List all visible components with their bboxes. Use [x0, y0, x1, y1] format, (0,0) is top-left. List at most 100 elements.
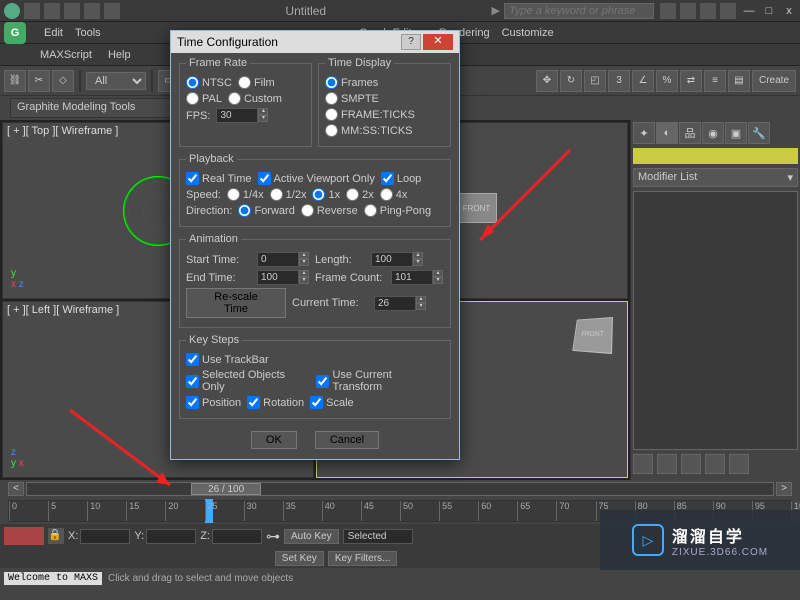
show-result-icon[interactable] — [657, 454, 677, 474]
percent-snap-icon[interactable]: % — [656, 70, 678, 92]
object-name-field[interactable] — [633, 148, 798, 164]
setkey-button[interactable]: Set Key — [275, 551, 324, 566]
close-button[interactable]: x — [782, 4, 796, 18]
mirror-icon[interactable]: ⇄ — [680, 70, 702, 92]
rescale-time-button[interactable]: Re-scale Time — [186, 288, 286, 318]
app-icon — [4, 3, 20, 19]
configure-sets-icon[interactable] — [729, 454, 749, 474]
time-slider-next[interactable]: > — [776, 482, 792, 496]
current-time-spinner[interactable]: ▴▾ — [374, 296, 426, 311]
loop-check[interactable]: Loop — [381, 172, 421, 185]
minimize-button[interactable]: — — [742, 4, 756, 18]
length-spinner[interactable]: ▴▾ — [371, 252, 423, 267]
time-slider-track[interactable]: 26 / 100 — [26, 482, 774, 496]
z-input[interactable] — [212, 529, 262, 544]
hierarchy-tab-icon[interactable]: 品 — [679, 122, 701, 144]
restore-button[interactable]: □ — [762, 4, 776, 18]
speed-2x[interactable]: 2x — [346, 188, 374, 201]
ntsc-radio[interactable]: NTSC — [186, 76, 232, 89]
undo-icon[interactable] — [84, 3, 100, 19]
config-icon[interactable] — [680, 3, 696, 19]
selection-lock-none[interactable] — [4, 527, 44, 545]
ok-button[interactable]: OK — [251, 431, 297, 449]
time-slider-prev[interactable]: < — [8, 482, 24, 496]
framecount-spinner[interactable]: ▴▾ — [391, 270, 443, 285]
speed-4x[interactable]: 4x — [380, 188, 408, 201]
dialog-close-button[interactable]: ✕ — [423, 34, 453, 50]
dialog-help-button[interactable]: ? — [401, 34, 421, 50]
pal-radio[interactable]: PAL — [186, 92, 222, 105]
help-icon[interactable] — [720, 3, 736, 19]
position-check[interactable]: Position — [186, 396, 241, 409]
unlink-icon[interactable]: ✂ — [28, 70, 50, 92]
time-slider-thumb[interactable]: 26 / 100 — [191, 483, 261, 495]
favorites-icon[interactable] — [700, 3, 716, 19]
end-time-spinner[interactable]: ▴▾ — [257, 270, 309, 285]
selected-only-check[interactable]: Selected Objects Only — [186, 369, 310, 393]
selection-filter[interactable]: All — [86, 72, 146, 90]
keyfilters-button[interactable]: Key Filters... — [328, 551, 398, 566]
create-button[interactable]: Create — [752, 70, 796, 92]
remove-mod-icon[interactable] — [705, 454, 725, 474]
move-icon[interactable]: ✥ — [536, 70, 558, 92]
utilities-tab-icon[interactable]: 🔧 — [748, 122, 770, 144]
save-icon[interactable] — [64, 3, 80, 19]
create-tab-icon[interactable]: ✦ — [633, 122, 655, 144]
speed-12x[interactable]: 1/2x — [270, 188, 307, 201]
angle-snap-icon[interactable]: ∠ — [632, 70, 654, 92]
dir-reverse[interactable]: Reverse — [301, 204, 358, 217]
new-icon[interactable] — [24, 3, 40, 19]
use-current-transform-check[interactable]: Use Current Transform — [316, 369, 444, 393]
scale-icon[interactable]: ◰ — [584, 70, 606, 92]
align-icon[interactable]: ≡ — [704, 70, 726, 92]
x-input[interactable] — [80, 529, 130, 544]
realtime-check[interactable]: Real Time — [186, 172, 252, 185]
activeviewport-check[interactable]: Active Viewport Only — [258, 172, 375, 185]
rotation-check[interactable]: Rotation — [247, 396, 304, 409]
menu-tools[interactable]: Tools — [75, 27, 101, 39]
mmssticks-radio[interactable]: MM:SS:TICKS — [325, 124, 413, 137]
display-tab-icon[interactable]: ▣ — [725, 122, 747, 144]
layers-icon[interactable]: ▤ — [728, 70, 750, 92]
speed-14x[interactable]: 1/4x — [227, 188, 264, 201]
modifier-list-dropdown[interactable]: Modifier List ▾ — [633, 168, 798, 187]
autokey-button[interactable]: Auto Key — [284, 529, 339, 544]
dir-pingpong[interactable]: Ping-Pong — [364, 204, 431, 217]
help-search-input[interactable] — [504, 3, 654, 19]
key-icon[interactable]: ⊶ — [266, 528, 280, 545]
open-icon[interactable] — [44, 3, 60, 19]
menu-edit[interactable]: Edit — [44, 27, 63, 39]
unique-icon[interactable] — [681, 454, 701, 474]
modifier-stack[interactable] — [633, 191, 798, 450]
redo-icon[interactable] — [104, 3, 120, 19]
start-time-spinner[interactable]: ▴▾ — [257, 252, 309, 267]
menu-maxscript[interactable]: MAXScript — [40, 49, 92, 61]
viewcube[interactable]: FRONT — [572, 317, 613, 354]
speed-1x[interactable]: 1x — [312, 188, 340, 201]
fps-spinner[interactable]: ▴▾ — [216, 108, 268, 123]
y-input[interactable] — [146, 529, 196, 544]
cancel-button[interactable]: Cancel — [315, 431, 379, 449]
lock-icon[interactable]: 🔒 — [48, 528, 64, 544]
bind-icon[interactable]: ◇ — [52, 70, 74, 92]
film-radio[interactable]: Film — [238, 76, 275, 89]
use-trackbar-check[interactable]: Use TrackBar — [186, 353, 269, 366]
menu-help[interactable]: Help — [108, 49, 131, 61]
scale-check[interactable]: Scale — [310, 396, 354, 409]
frameticks-radio[interactable]: FRAME:TICKS — [325, 108, 415, 121]
modify-tab-icon[interactable]: ◐ — [656, 122, 678, 144]
rotate-icon[interactable]: ↻ — [560, 70, 582, 92]
motion-tab-icon[interactable]: ◉ — [702, 122, 724, 144]
link-icon[interactable]: ⛓ — [4, 70, 26, 92]
search-icon[interactable] — [660, 3, 676, 19]
app-logo[interactable]: G — [4, 22, 26, 44]
dialog-titlebar[interactable]: Time Configuration ? ✕ — [171, 31, 459, 53]
menu-customize[interactable]: Customize — [502, 27, 554, 39]
custom-radio[interactable]: Custom — [228, 92, 282, 105]
dir-forward[interactable]: Forward — [238, 204, 294, 217]
key-mode-dropdown[interactable]: Selected — [343, 529, 413, 544]
snap-icon[interactable]: 3 — [608, 70, 630, 92]
pin-stack-icon[interactable] — [633, 454, 653, 474]
smpte-radio[interactable]: SMPTE — [325, 92, 379, 105]
frames-radio[interactable]: Frames — [325, 76, 378, 89]
